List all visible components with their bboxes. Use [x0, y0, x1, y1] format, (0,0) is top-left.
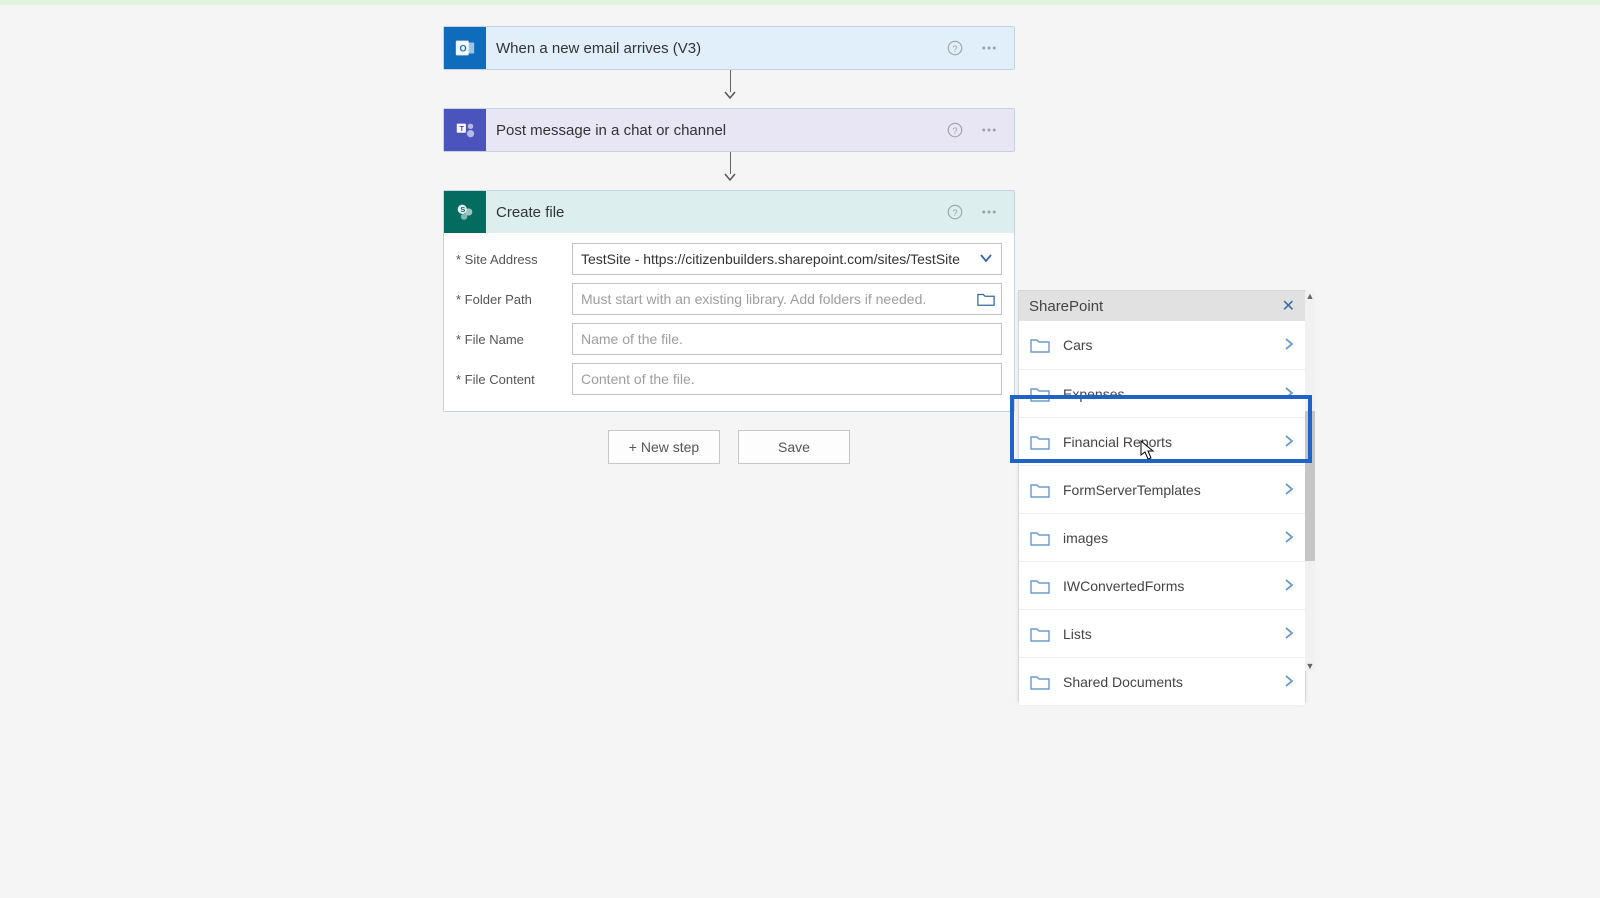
folder-item[interactable]: Lists — [1019, 609, 1305, 657]
site-address-value: TestSite - https://citizenbuilders.share… — [581, 251, 960, 267]
chevron-right-icon[interactable] — [1283, 674, 1295, 690]
chevron-right-icon[interactable] — [1283, 434, 1295, 450]
svg-text:O: O — [460, 44, 467, 54]
folder-item[interactable]: Shared Documents — [1019, 657, 1305, 705]
trigger-step[interactable]: O When a new email arrives (V3) ? — [443, 26, 1015, 70]
close-icon[interactable]: ✕ — [1282, 296, 1295, 316]
folder-item[interactable]: Cars — [1019, 321, 1305, 369]
scrollbar[interactable]: ▲ ▼ — [1305, 291, 1315, 671]
chevron-right-icon[interactable] — [1283, 482, 1295, 498]
connector-arrow — [723, 152, 737, 184]
more-menu-icon[interactable] — [972, 31, 1006, 65]
create-file-body: * Site Address TestSite - https://citize… — [444, 233, 1014, 411]
svg-text:T: T — [460, 124, 465, 133]
folder-item-label: Financial Reports — [1063, 434, 1172, 450]
connector-arrow — [723, 70, 737, 102]
folder-icon — [1029, 673, 1051, 691]
folder-item-label: Expenses — [1063, 386, 1124, 402]
folder-icon — [1029, 625, 1051, 643]
folder-item[interactable]: IWConvertedForms — [1019, 561, 1305, 609]
folder-picker[interactable]: SharePoint ✕ Cars Expenses Financial Repor… — [1018, 290, 1306, 702]
more-menu-icon[interactable] — [972, 113, 1006, 147]
chevron-right-icon[interactable] — [1283, 337, 1295, 353]
teams-title: Post message in a chat or channel — [486, 122, 938, 139]
folder-path-input[interactable] — [572, 283, 1002, 315]
folder-path-label: * Folder Path — [456, 292, 572, 307]
outlook-icon: O — [444, 27, 486, 69]
folder-item[interactable]: images — [1019, 513, 1305, 561]
teams-icon: T — [444, 109, 486, 151]
chevron-right-icon[interactable] — [1283, 386, 1295, 402]
folder-item-label: FormServerTemplates — [1063, 482, 1201, 498]
folder-item-label: Lists — [1063, 626, 1092, 642]
file-content-label: * File Content — [456, 372, 572, 387]
folder-icon — [1029, 336, 1051, 354]
create-file-step[interactable]: S Create file ? * Site Address TestSite … — [443, 190, 1015, 412]
chevron-right-icon[interactable] — [1283, 530, 1295, 546]
folder-item[interactable]: FormServerTemplates — [1019, 465, 1305, 513]
scroll-down-icon[interactable]: ▼ — [1305, 661, 1315, 671]
folder-item-label: images — [1063, 530, 1108, 546]
teams-header[interactable]: T Post message in a chat or channel ? — [444, 109, 1014, 151]
svg-text:S: S — [460, 205, 465, 214]
folder-picker-list[interactable]: Cars Expenses Financial Reports FormServerT… — [1019, 321, 1305, 701]
folder-icon — [1029, 529, 1051, 547]
folder-icon — [1029, 433, 1051, 451]
save-button[interactable]: Save — [738, 430, 850, 464]
chevron-right-icon[interactable] — [1283, 626, 1295, 642]
new-step-button[interactable]: + New step — [608, 430, 720, 464]
folder-item-label: IWConvertedForms — [1063, 578, 1184, 594]
file-content-input[interactable] — [572, 363, 1002, 395]
folder-item-label: Cars — [1063, 337, 1093, 353]
site-address-dropdown[interactable]: TestSite - https://citizenbuilders.share… — [572, 243, 1002, 275]
folder-icon — [1029, 385, 1051, 403]
trigger-title: When a new email arrives (V3) — [486, 40, 938, 57]
file-name-label: * File Name — [456, 332, 572, 347]
svg-text:?: ? — [952, 208, 957, 218]
chevron-right-icon[interactable] — [1283, 578, 1295, 594]
file-name-input[interactable] — [572, 323, 1002, 355]
svg-text:?: ? — [952, 126, 957, 136]
chevron-down-icon — [979, 251, 993, 268]
scrollbar-thumb[interactable] — [1305, 411, 1315, 561]
help-icon[interactable]: ? — [938, 195, 972, 229]
folder-picker-title: SharePoint — [1029, 298, 1103, 315]
folder-icon — [1029, 481, 1051, 499]
site-address-label: * Site Address — [456, 252, 572, 267]
folder-item[interactable]: Financial Reports — [1019, 417, 1305, 465]
trigger-header[interactable]: O When a new email arrives (V3) ? — [444, 27, 1014, 69]
svg-text:?: ? — [952, 44, 957, 54]
help-icon[interactable]: ? — [938, 113, 972, 147]
action-buttons: + New step Save — [443, 430, 1015, 464]
folder-icon — [1029, 577, 1051, 595]
sharepoint-icon: S — [444, 191, 486, 233]
folder-picker-header: SharePoint ✕ — [1019, 291, 1305, 321]
folder-item[interactable]: Expenses — [1019, 369, 1305, 417]
create-file-title: Create file — [486, 204, 938, 221]
flow-canvas: O When a new email arrives (V3) ? T Post… — [0, 0, 1600, 898]
folder-browse-icon[interactable] — [976, 289, 996, 309]
create-file-header[interactable]: S Create file ? — [444, 191, 1014, 233]
help-icon[interactable]: ? — [938, 31, 972, 65]
teams-step[interactable]: T Post message in a chat or channel ? — [443, 108, 1015, 152]
more-menu-icon[interactable] — [972, 195, 1006, 229]
folder-item-label: Shared Documents — [1063, 674, 1183, 690]
scroll-up-icon[interactable]: ▲ — [1305, 291, 1315, 301]
